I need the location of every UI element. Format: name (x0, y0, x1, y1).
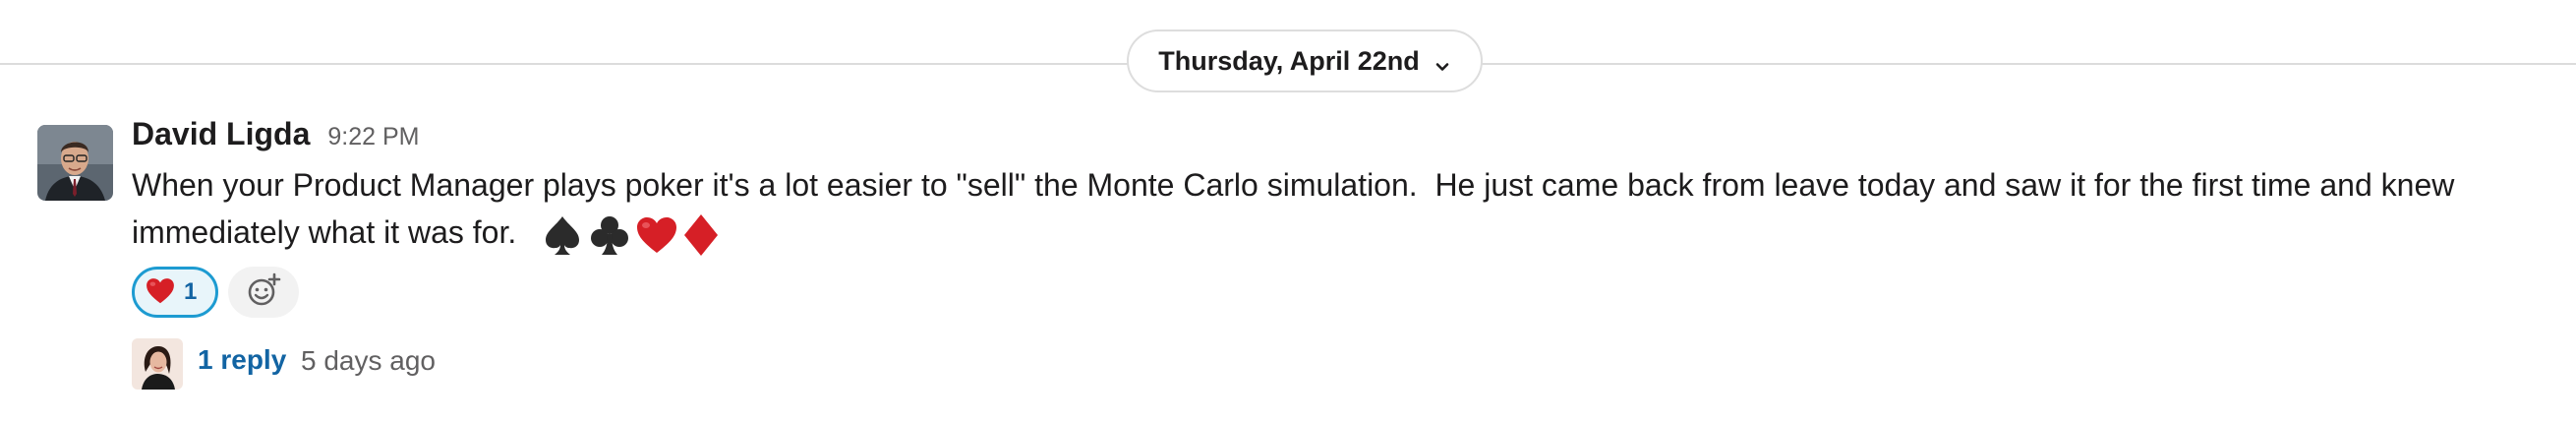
add-reaction-button[interactable] (228, 267, 299, 318)
thread-last-reply-time: 5 days ago (301, 345, 436, 376)
add-emoji-icon (245, 271, 282, 314)
reaction-count: 1 (184, 278, 198, 305)
suit-emoji-group (540, 212, 721, 258)
thread-reply-avatar[interactable] (132, 338, 183, 390)
thread-reply-count-link[interactable]: 1 reply (198, 344, 286, 376)
date-divider-label: Thursday, April 22nd (1158, 45, 1420, 76)
message-header: David Ligda 9:22 PM (132, 116, 419, 161)
message-view: Thursday, April 22nd David Ligda 9:22 PM… (0, 0, 2576, 421)
heart-reaction-button[interactable]: 1 (132, 267, 218, 318)
diamond-emoji-icon (681, 212, 721, 258)
heart-emoji-icon (634, 212, 679, 258)
message-timestamp[interactable]: 9:22 PM (327, 123, 419, 151)
message-text: When your Product Manager plays poker it… (132, 167, 2464, 250)
club-emoji-icon (587, 212, 632, 258)
spade-emoji-icon (540, 212, 585, 258)
message-body: When your Product Manager plays poker it… (132, 161, 2531, 258)
author-name[interactable]: David Ligda (132, 116, 310, 152)
date-divider-button[interactable]: Thursday, April 22nd (1127, 30, 1483, 92)
chevron-down-icon (1434, 52, 1451, 71)
author-avatar[interactable] (37, 125, 113, 201)
heart-reaction-icon (145, 275, 176, 310)
